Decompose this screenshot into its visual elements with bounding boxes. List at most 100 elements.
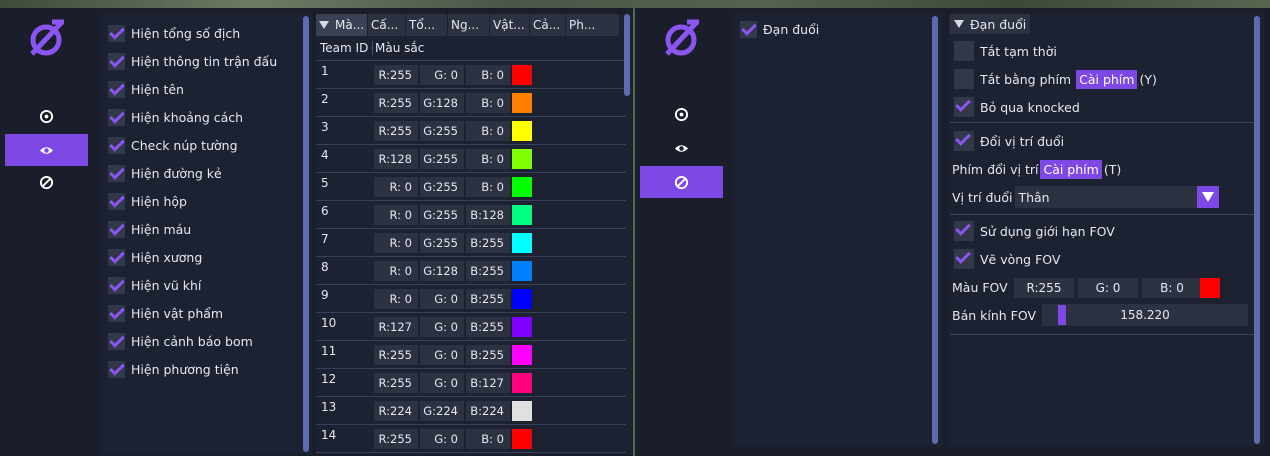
blue-field[interactable]: B:255 [466, 289, 510, 309]
color-swatch[interactable] [512, 177, 532, 197]
checkbox-row[interactable]: Hiện phương tiện [108, 358, 239, 380]
checkbox[interactable] [108, 276, 125, 294]
red-field[interactable]: R:255 [374, 93, 418, 113]
checkbox[interactable] [108, 192, 125, 210]
color-swatch[interactable] [512, 317, 532, 337]
checkbox-row[interactable]: Check núp tường [108, 134, 238, 156]
position-dropdown[interactable]: Thân [1015, 186, 1220, 208]
checkbox[interactable] [108, 80, 125, 98]
list-scrollbar[interactable] [932, 16, 938, 444]
nav-aim-button[interactable] [5, 100, 88, 132]
red-field[interactable]: R:255 [374, 429, 418, 449]
blue-field[interactable]: B:224 [466, 401, 510, 421]
skip-knocked-row[interactable]: Bỏ qua knocked [954, 96, 1080, 118]
red-field[interactable]: R:224 [374, 401, 418, 421]
options-scrollbar[interactable] [303, 16, 309, 452]
checkbox[interactable] [108, 164, 125, 182]
checkbox-row[interactable]: Hiện tổng số địch [108, 22, 240, 44]
green-field[interactable]: G:128 [420, 93, 464, 113]
checkbox[interactable] [108, 52, 125, 70]
color-swatch[interactable] [512, 149, 532, 169]
checkbox-row[interactable]: Hiện máu [108, 218, 191, 240]
key-disable-checkbox[interactable] [954, 69, 974, 89]
blue-field[interactable]: B: 0 [466, 93, 510, 113]
green-field[interactable]: G: 0 [420, 373, 464, 393]
color-swatch[interactable] [512, 401, 532, 421]
green-field[interactable]: G: 0 [420, 289, 464, 309]
dropdown-arrow-button[interactable] [1197, 186, 1220, 208]
checkbox[interactable] [108, 360, 125, 378]
blue-field[interactable]: B: 0 [466, 149, 510, 169]
settings-scrollbar[interactable] [1254, 16, 1260, 444]
checkbox[interactable] [108, 136, 125, 154]
fov-red-field[interactable]: R:255 [1014, 278, 1074, 298]
checkbox[interactable] [108, 332, 125, 350]
checkbox-row[interactable]: Hiện hộp [108, 190, 187, 212]
color-swatch[interactable] [512, 429, 532, 449]
checkbox-row[interactable]: Hiện xương [108, 246, 202, 268]
color-swatch[interactable] [512, 373, 532, 393]
red-field[interactable]: R: 0 [374, 177, 418, 197]
set-change-key-button[interactable]: Cài phím [1040, 159, 1102, 179]
blue-field[interactable]: B:128 [466, 205, 510, 225]
color-swatch[interactable] [512, 233, 532, 253]
color-swatch[interactable] [512, 93, 532, 113]
red-field[interactable]: R: 0 [374, 205, 418, 225]
set-key-button[interactable]: Cài phím [1076, 69, 1138, 89]
use-fov-checkbox[interactable] [954, 221, 974, 241]
red-field[interactable]: R:127 [374, 317, 418, 337]
green-field[interactable]: G: 0 [420, 429, 464, 449]
checkbox-row[interactable]: Hiện vũ khí [108, 274, 201, 296]
checkbox-row[interactable]: Hiện đường kẻ [108, 162, 222, 184]
color-swatch[interactable] [512, 261, 532, 281]
tab-6[interactable]: Ph... [566, 14, 620, 36]
blue-field[interactable]: B:255 [466, 233, 510, 253]
red-field[interactable]: R:255 [374, 65, 418, 85]
tab-2[interactable]: Tổ... [406, 14, 448, 36]
temp-disable-checkbox[interactable] [954, 41, 974, 61]
tab-4[interactable]: Vật... [490, 14, 530, 36]
skip-knocked-checkbox[interactable] [954, 97, 974, 117]
blue-field[interactable]: B:255 [466, 345, 510, 365]
checkbox[interactable] [108, 220, 125, 238]
color-swatch[interactable] [512, 205, 532, 225]
homing-checkbox[interactable] [740, 20, 757, 38]
checkbox[interactable] [108, 24, 125, 42]
nav-aim-button[interactable] [640, 98, 723, 130]
draw-fov-row[interactable]: Vẽ vòng FOV [954, 248, 1060, 270]
nav-esp-button[interactable] [5, 134, 88, 166]
green-field[interactable]: G:128 [420, 261, 464, 281]
fov-green-field[interactable]: G: 0 [1078, 278, 1138, 298]
nav-misc-button[interactable] [640, 166, 723, 198]
blue-field[interactable]: B:255 [466, 261, 510, 281]
green-field[interactable]: G:255 [420, 149, 464, 169]
tab-1[interactable]: Cấ... [368, 14, 406, 36]
checkbox[interactable] [108, 108, 125, 126]
color-swatch[interactable] [512, 65, 532, 85]
green-field[interactable]: G: 0 [420, 345, 464, 365]
green-field[interactable]: G:255 [420, 177, 464, 197]
red-field[interactable]: R:255 [374, 345, 418, 365]
change-pos-checkbox[interactable] [954, 131, 974, 151]
green-field[interactable]: G:255 [420, 233, 464, 253]
tab-0[interactable]: Mà... [316, 14, 368, 36]
red-field[interactable]: R: 0 [374, 261, 418, 281]
blue-field[interactable]: B:127 [466, 373, 510, 393]
checkbox-row[interactable]: Hiện cảnh báo bom [108, 330, 253, 352]
red-field[interactable]: R:255 [374, 373, 418, 393]
blue-field[interactable]: B:255 [466, 317, 510, 337]
checkbox[interactable] [108, 248, 125, 266]
nav-esp-button[interactable] [640, 132, 723, 164]
green-field[interactable]: G: 0 [420, 317, 464, 337]
change-pos-row[interactable]: Đổi vị trí đuổi [954, 130, 1064, 152]
fov-radius-slider[interactable]: 158.220 [1042, 304, 1248, 326]
section-header-homing[interactable]: Đạn đuổi [950, 14, 1030, 34]
color-swatch[interactable] [512, 289, 532, 309]
checkbox-row[interactable]: Hiện vật phẩm [108, 302, 223, 324]
nav-misc-button[interactable] [5, 166, 88, 198]
temp-disable-row[interactable]: Tắt tạm thời [954, 40, 1057, 62]
checkbox-row[interactable]: Hiện khoảng cách [108, 106, 243, 128]
green-field[interactable]: G: 0 [420, 65, 464, 85]
blue-field[interactable]: B: 0 [466, 121, 510, 141]
green-field[interactable]: G:255 [420, 205, 464, 225]
